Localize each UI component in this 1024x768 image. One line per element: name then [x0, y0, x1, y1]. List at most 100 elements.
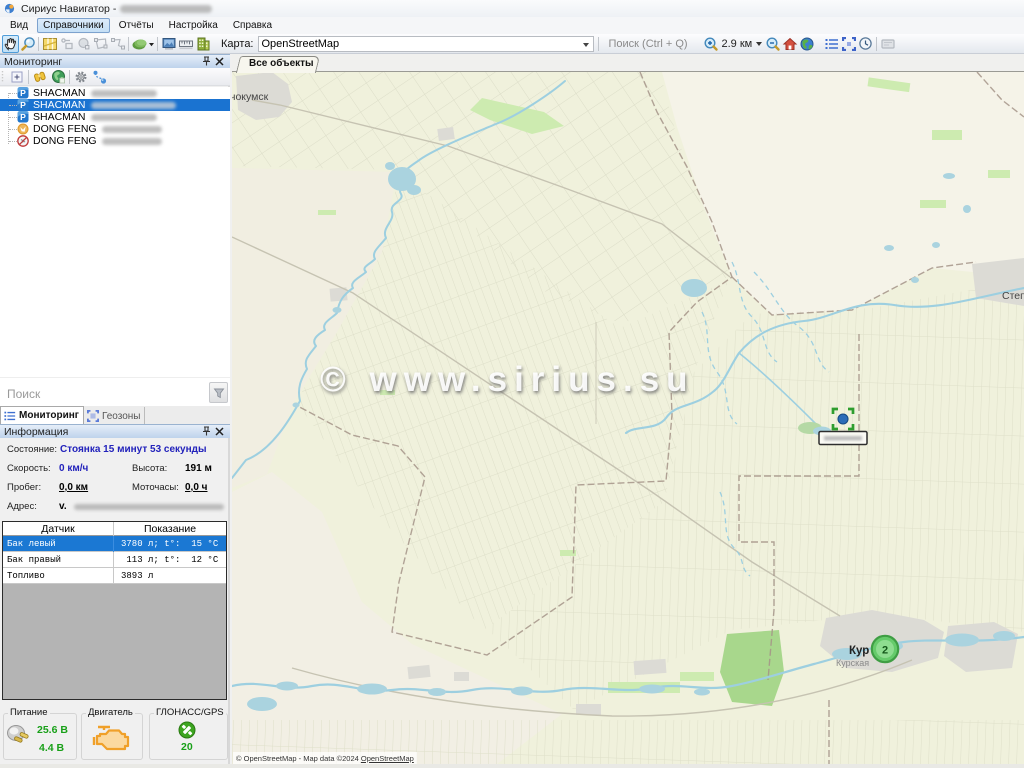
vehicle-plate-redacted: [91, 102, 176, 109]
ruler-button[interactable]: [177, 35, 194, 53]
monitoring-panel-header: Мониторинг: [0, 54, 230, 68]
toolbar-separator: [128, 37, 129, 51]
map-tab-label: Все объекты: [249, 58, 314, 69]
globe-button[interactable]: [798, 35, 815, 53]
sensor-row-selected[interactable]: Бак левый 3780 л; t°: 15 °C: [3, 536, 226, 552]
vehicle-label-redacted: [824, 436, 862, 441]
sensor-value: 113 л; t°: 12 °C: [114, 555, 226, 565]
fit-map-button[interactable]: [840, 35, 857, 53]
map-label-town-nw: чокумск: [232, 91, 269, 103]
map-provider-select[interactable]: OpenStreetMap: [258, 36, 594, 52]
disabled-panel-icon: [880, 36, 896, 52]
pan-tool-button[interactable]: [2, 35, 19, 53]
window-title: Сириус Навигатор -: [21, 3, 116, 15]
filter-button[interactable]: [209, 382, 228, 403]
menu-nastroika[interactable]: Настройка: [163, 18, 224, 33]
close-icon[interactable]: [213, 426, 226, 438]
zoom-in-button[interactable]: [703, 35, 720, 53]
map-label-town-s2: Курская: [836, 658, 869, 668]
tree-branch-stub: [9, 93, 17, 94]
list-view-button[interactable]: [823, 35, 840, 53]
left-dock-panel: Мониторинг P SHACMAN P SHACMAN P SHACMAN…: [0, 54, 230, 768]
vehicle-row[interactable]: DONG FENG: [0, 123, 230, 135]
layer-blob-icon: [131, 36, 155, 52]
add-node-button[interactable]: [58, 35, 75, 53]
toolbar-search-input[interactable]: Поиск (Ctrl + Q): [603, 36, 703, 52]
objects-button[interactable]: [194, 35, 211, 53]
expand-all-button[interactable]: [8, 69, 26, 85]
tree-search-input[interactable]: Поиск: [7, 387, 40, 401]
monitoring-globe-button[interactable]: [49, 69, 67, 85]
menu-spravochniki[interactable]: Справочники: [37, 18, 110, 33]
screenshot-button[interactable]: [160, 35, 177, 53]
edit-map-button[interactable]: [41, 35, 58, 53]
window-bottom-border: [0, 764, 1024, 768]
dock-tab-bar: Мониторинг Геозоны: [0, 406, 230, 424]
altitude-value: 191 м: [185, 463, 212, 474]
add-polyline-button[interactable]: [109, 35, 126, 53]
info-panel-title: Информация: [4, 426, 68, 438]
menu-vid[interactable]: Вид: [4, 18, 34, 33]
power-voltage-backup: 4.4 В: [39, 742, 64, 754]
add-ellipse-button[interactable]: [75, 35, 92, 53]
zoom-out-button[interactable]: [764, 35, 781, 53]
menu-spravka[interactable]: Справка: [227, 18, 278, 33]
vehicle-row[interactable]: P SHACMAN: [0, 111, 230, 123]
sensor-row[interactable]: Бак правый 113 л; t°: 12 °C: [3, 552, 226, 568]
vehicle-row[interactable]: DONG FENG: [0, 135, 230, 147]
mileage-value: 0,0 км: [59, 482, 88, 493]
settings-button[interactable]: [72, 69, 90, 85]
tree-search-row: Поиск: [0, 377, 230, 406]
hours-label: Моточасы:: [132, 482, 179, 493]
home-button[interactable]: [781, 35, 798, 53]
sensors-col2-header[interactable]: Показание: [114, 522, 226, 536]
layers-button[interactable]: [131, 35, 155, 53]
cluster-marker[interactable]: 2: [872, 636, 898, 662]
vehicle-name: SHACMAN: [33, 111, 86, 123]
toolbar-separator: [598, 37, 599, 51]
sensor-row[interactable]: Топливо 3893 л: [3, 568, 226, 584]
close-icon[interactable]: [213, 56, 226, 68]
pin-icon[interactable]: [200, 56, 213, 68]
sensors-header-row: Датчик Показание: [3, 522, 226, 536]
add-polygon-button[interactable]: [92, 35, 109, 53]
address-label: Адрес:: [7, 501, 37, 512]
address-value: v.: [59, 501, 67, 512]
monitoring-panel-title: Мониторинг: [4, 56, 62, 68]
route-button[interactable]: [90, 69, 108, 85]
title-bar[interactable]: Сириус Навигатор -: [0, 0, 1024, 17]
power-label: Питание: [8, 707, 50, 718]
toolbar-separator: [38, 37, 39, 51]
tab-geozones[interactable]: Геозоны: [84, 407, 146, 425]
toolbar-separator: [876, 37, 877, 51]
sensors-col1-header[interactable]: Датчик: [3, 522, 114, 536]
attribution-link[interactable]: OpenStreetMap: [361, 754, 414, 763]
address-redacted: [74, 504, 224, 510]
map-tab-strip: Все объекты: [232, 54, 1024, 72]
zoom-scale-value[interactable]: 2.9 км: [720, 38, 755, 50]
svg-text:P: P: [20, 88, 26, 98]
tab-monitoring-label: Мониторинг: [19, 410, 79, 421]
sensor-name: Топливо: [3, 568, 114, 584]
find-button[interactable]: [31, 69, 49, 85]
power-plug-icon: [6, 724, 32, 748]
zoom-tool-button[interactable]: [19, 35, 36, 53]
sensor-name: Бак правый: [3, 552, 114, 568]
vehicle-row[interactable]: P SHACMAN: [0, 87, 230, 99]
engine-label: Двигатель: [86, 707, 135, 718]
pin-icon[interactable]: [200, 426, 213, 438]
map-canvas[interactable]: чокумск Степн Кур Курская 2: [232, 72, 1024, 768]
zoom-scale-dropdown-icon[interactable]: [756, 42, 762, 46]
cluster-count: 2: [882, 645, 888, 657]
node-tool-icon: [59, 36, 75, 52]
menu-otchety[interactable]: Отчёты: [113, 18, 160, 33]
history-button[interactable]: [857, 35, 874, 53]
monitoring-toolbar: [0, 68, 230, 86]
state-label: Состояние:: [7, 444, 57, 455]
vehicle-row-selected[interactable]: P SHACMAN: [0, 99, 230, 111]
tab-monitoring[interactable]: Мониторинг: [0, 406, 84, 424]
tree-branch-stub: [9, 117, 17, 118]
power-groupbox: Питание 25.6 В 4.4 В: [3, 713, 77, 760]
home-icon: [782, 36, 798, 52]
gps-label: ГЛОНАСС/GPS: [154, 707, 226, 718]
